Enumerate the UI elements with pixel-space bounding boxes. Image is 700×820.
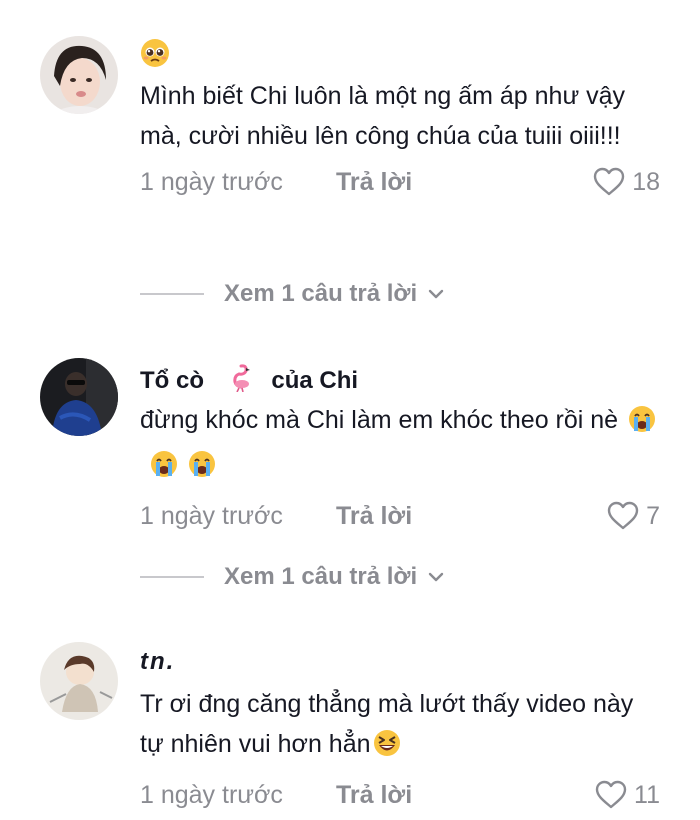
comment-text: Mình biết Chi luôn là một ng ấm áp như v… bbox=[140, 82, 626, 150]
divider-line bbox=[140, 293, 204, 295]
username[interactable]: tn. bbox=[140, 646, 660, 678]
timestamp: 1 ngày trước bbox=[140, 502, 283, 530]
avatar[interactable] bbox=[40, 358, 118, 436]
comment-text: đừng khóc mà Chi làm em khóc theo rồi nè bbox=[140, 400, 660, 490]
crying-face-emoji bbox=[150, 450, 178, 490]
reply-button[interactable]: Trả lời bbox=[336, 162, 412, 202]
comment-meta: 1 ngày trước Trả lời 11 bbox=[140, 775, 660, 815]
view-replies-label: Xem 1 câu trả lời bbox=[224, 280, 418, 307]
reply-button[interactable]: Trả lời bbox=[336, 496, 412, 536]
avatar[interactable] bbox=[40, 642, 118, 720]
divider-line bbox=[140, 576, 204, 578]
chevron-down-icon bbox=[428, 289, 444, 299]
user-avatar-photo bbox=[40, 36, 118, 114]
timestamp: 1 ngày trước bbox=[140, 781, 283, 809]
comment-meta: 1 ngày trước Trả lời 18 bbox=[140, 162, 660, 202]
avatar[interactable] bbox=[40, 36, 118, 114]
user-avatar-photo bbox=[40, 642, 118, 720]
heart-icon bbox=[607, 501, 639, 530]
username[interactable]: Tổ cò của Chi bbox=[140, 362, 660, 394]
view-replies-button[interactable]: Xem 1 câu trả lời bbox=[140, 557, 445, 597]
username[interactable] bbox=[140, 38, 660, 70]
reply-button[interactable]: Trả lời bbox=[336, 775, 412, 815]
timestamp: 1 ngày trước bbox=[140, 168, 283, 196]
like-count: 11 bbox=[634, 781, 660, 809]
heart-icon bbox=[593, 167, 625, 196]
view-replies-button[interactable]: Xem 1 câu trả lời bbox=[140, 274, 445, 314]
chevron-down-icon bbox=[428, 572, 444, 582]
pleading-face-emoji bbox=[140, 38, 170, 77]
username-part: của Chi bbox=[271, 366, 359, 394]
like-button[interactable]: 11 bbox=[594, 775, 660, 815]
comment-meta: 1 ngày trước Trả lời 7 bbox=[140, 496, 660, 536]
like-button[interactable]: 18 bbox=[592, 162, 660, 202]
username-part: Tổ cò bbox=[140, 366, 204, 394]
crying-face-emoji bbox=[628, 405, 656, 445]
like-button[interactable]: 7 bbox=[606, 496, 660, 536]
flamingo-emoji bbox=[225, 362, 251, 401]
like-count: 7 bbox=[646, 502, 660, 530]
comment-text: Tr ơi đng căng thẳng mà lướt thấy video … bbox=[140, 684, 660, 769]
user-avatar-photo bbox=[40, 358, 118, 436]
heart-icon bbox=[595, 780, 627, 809]
comment-text-body: đừng khóc mà Chi làm em khóc theo rồi nè bbox=[140, 406, 619, 434]
crying-face-emoji bbox=[188, 450, 216, 490]
view-replies-label: Xem 1 câu trả lời bbox=[224, 563, 418, 590]
like-count: 18 bbox=[632, 168, 660, 196]
squinting-laughing-emoji bbox=[373, 729, 401, 769]
